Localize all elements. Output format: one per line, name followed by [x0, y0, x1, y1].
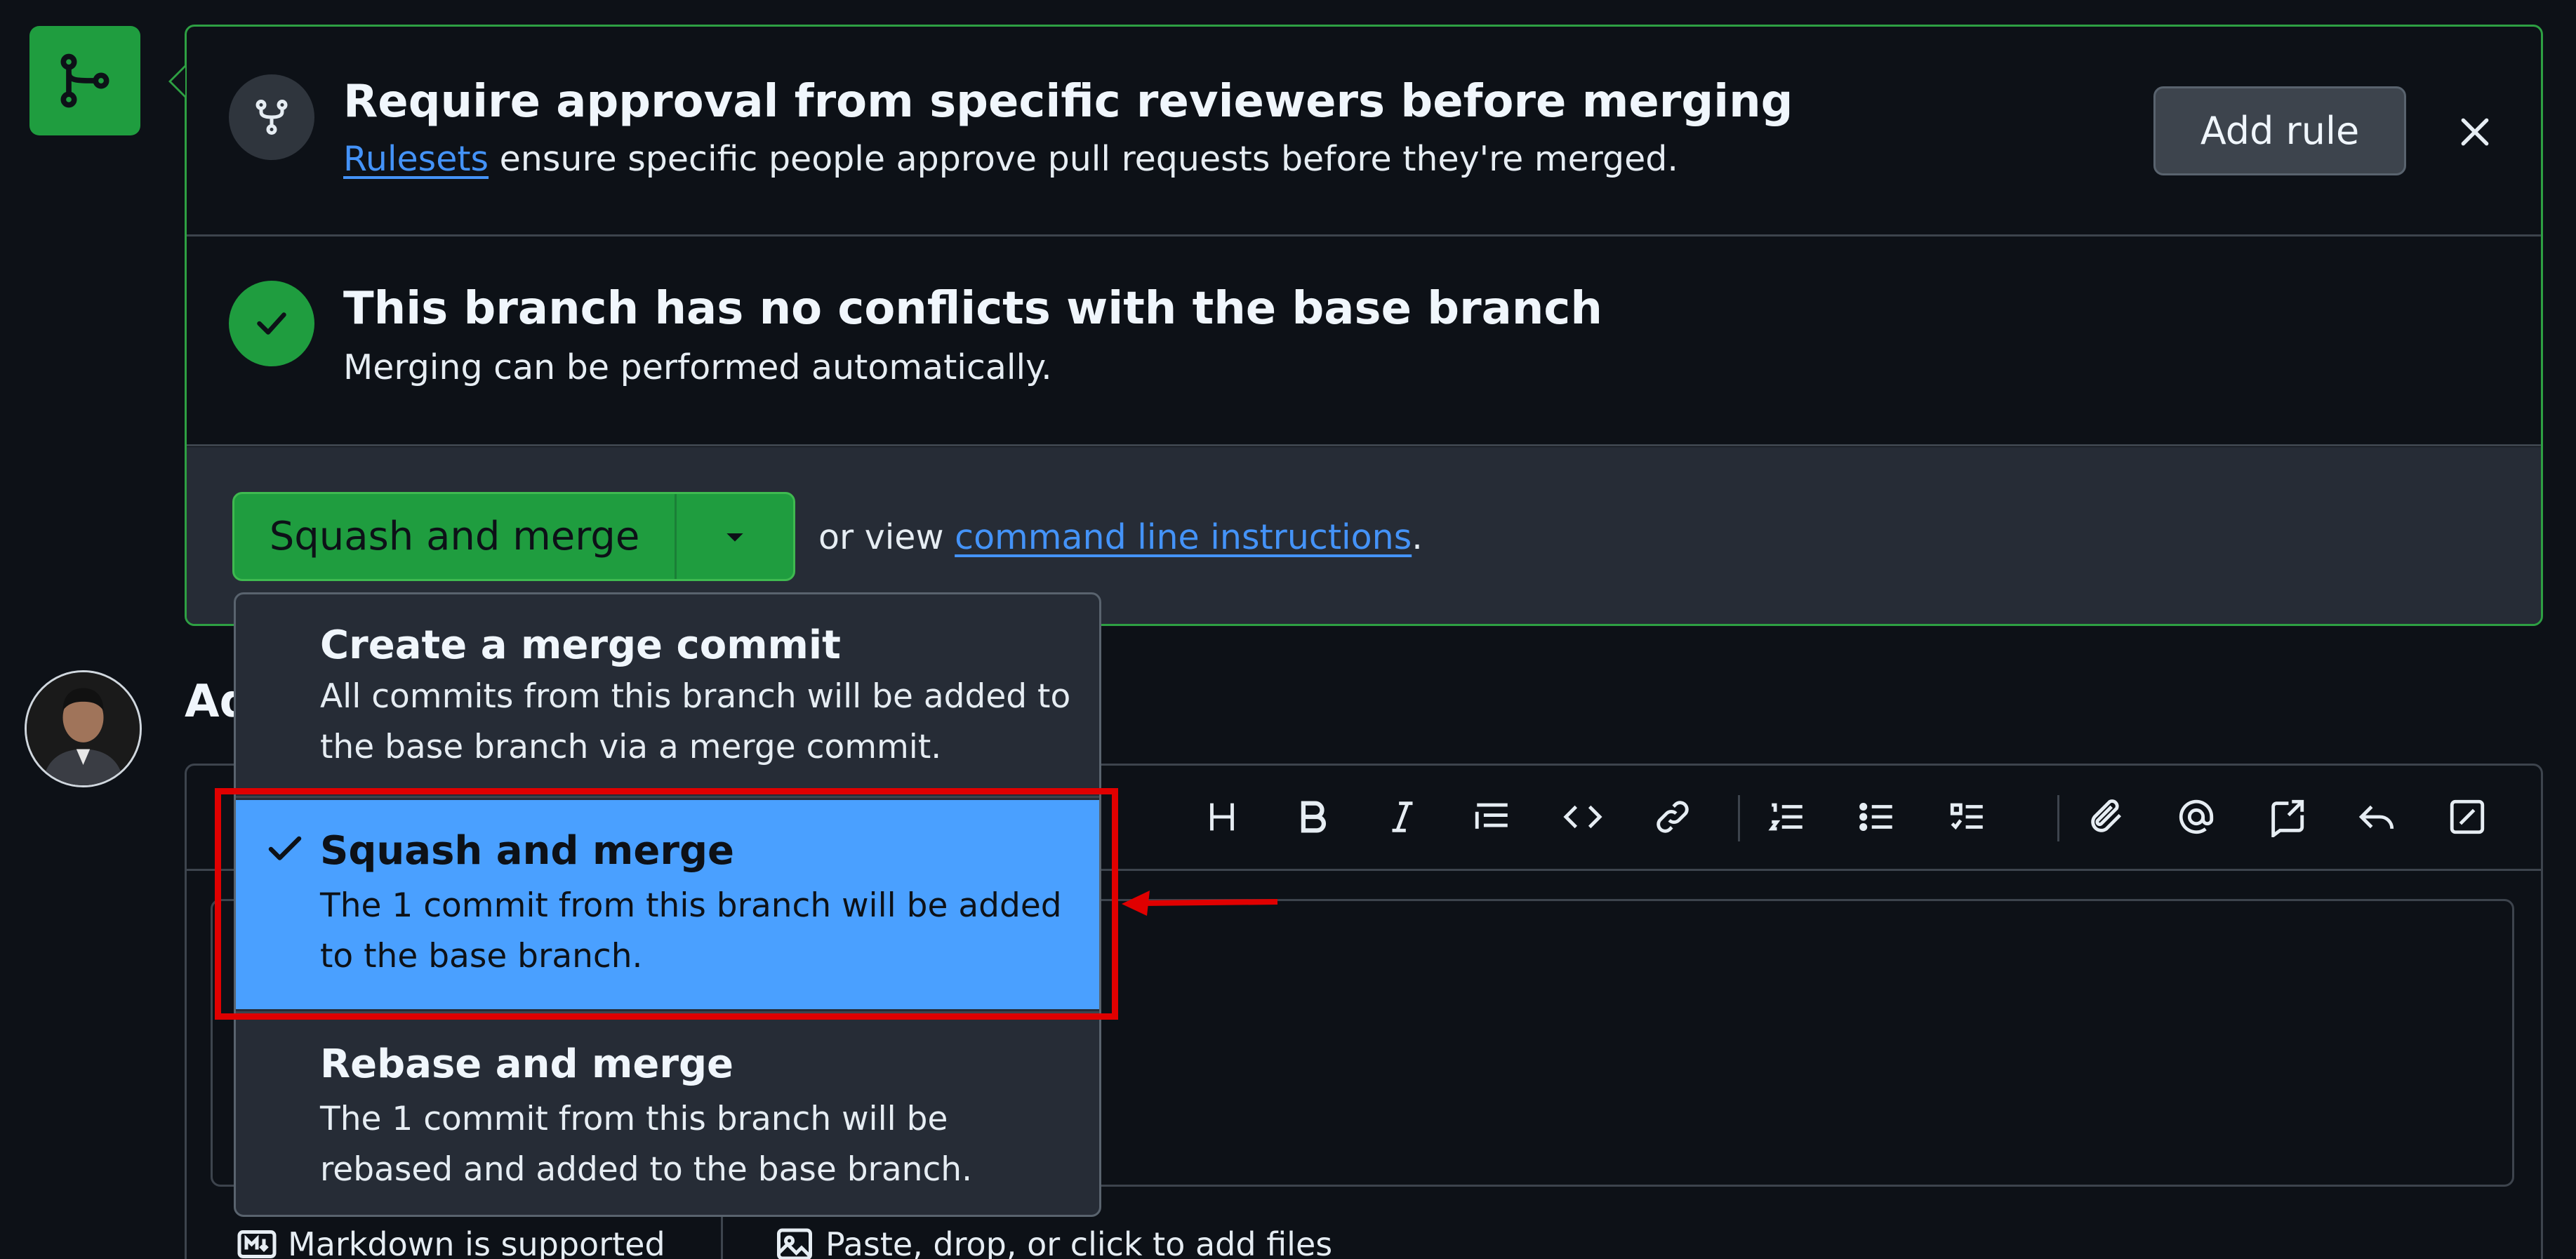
- reference-button[interactable]: [2262, 792, 2311, 841]
- annotation-arrow-icon: [1122, 891, 1278, 916]
- heading-icon: [1210, 803, 1234, 831]
- bold-icon: [1301, 801, 1327, 833]
- user-avatar-image: [27, 672, 140, 785]
- quote-icon: [1475, 803, 1508, 829]
- fullscreen-button[interactable]: [2443, 792, 2492, 841]
- markdown-hint[interactable]: Markdown is supported: [236, 1223, 665, 1259]
- menu-item-description: All commits from this branch will be add…: [320, 677, 1071, 766]
- menu-item-create-merge-commit[interactable]: Create a merge commit All commits from t…: [236, 594, 1099, 798]
- rulesets-title: Require approval from specific reviewers…: [343, 76, 1793, 128]
- italic-icon: [1392, 801, 1413, 832]
- file-attach-hint-text: Paste, drop, or click to add files: [825, 1225, 1333, 1259]
- rulesets-link[interactable]: Rulesets: [343, 139, 489, 179]
- avatar[interactable]: [25, 670, 142, 787]
- menu-item-title: Create a merge commit: [320, 622, 841, 668]
- quote-button[interactable]: [1468, 792, 1517, 841]
- markdown-hint-text: Markdown is supported: [288, 1225, 665, 1259]
- triangle-down-icon: [726, 533, 743, 542]
- conflicts-title: This branch has no conflicts with the ba…: [343, 283, 1602, 335]
- period: .: [1412, 517, 1423, 557]
- link-button[interactable]: [1648, 792, 1697, 841]
- toolbar-divider: [2057, 795, 2059, 841]
- ordered-list-icon: [1768, 803, 1802, 831]
- menu-item-title: Rebase and merge: [320, 1041, 734, 1087]
- code-icon: [1563, 805, 1602, 829]
- branch-icon-circle: [229, 74, 314, 160]
- or-view-text: or view: [818, 517, 955, 557]
- mention-button[interactable]: [2172, 792, 2221, 841]
- dismiss-button[interactable]: [2450, 107, 2499, 156]
- task-list-button[interactable]: [1943, 792, 1992, 841]
- menu-item-description: The 1 commit from this branch will be re…: [320, 1100, 973, 1189]
- attach-button[interactable]: [2082, 792, 2131, 841]
- merge-method-dropdown-button[interactable]: [677, 494, 793, 579]
- git-branch-icon: [60, 53, 109, 108]
- reply-icon: [2358, 805, 2394, 830]
- command-line-instructions-link[interactable]: command line instructions: [955, 517, 1412, 557]
- merge-box: Require approval from specific reviewers…: [185, 25, 2543, 626]
- image-icon: [777, 1228, 812, 1259]
- rulesets-description-text: ensure specific people approve pull requ…: [489, 139, 1678, 179]
- link-icon: [1657, 801, 1689, 833]
- conflicts-description: Merging can be performed automatically.: [343, 347, 1052, 387]
- git-merge-badge: [29, 26, 140, 135]
- menu-item-rebase-and-merge[interactable]: Rebase and merge The 1 commit from this …: [236, 1011, 1099, 1215]
- attach-icon: [2091, 799, 2122, 832]
- fullscreen-icon: [2450, 799, 2485, 834]
- unordered-list-button[interactable]: [1852, 792, 1901, 841]
- toolbar-divider: [1738, 795, 1740, 841]
- conflicts-status: This branch has no conflicts with the ba…: [187, 237, 2541, 446]
- close-icon: [2461, 118, 2489, 146]
- reply-button[interactable]: [2352, 792, 2401, 841]
- check-circle: [229, 281, 314, 366]
- markdown-icon: [237, 1230, 277, 1258]
- add-rule-button[interactable]: Add rule: [2153, 86, 2406, 175]
- code-button[interactable]: [1558, 792, 1607, 841]
- rulesets-notice: Require approval from specific reviewers…: [187, 27, 2541, 237]
- annotation-highlight-box: [215, 788, 1118, 1020]
- unordered-list-icon: [1859, 802, 1892, 832]
- rulesets-description: Rulesets ensure specific people approve …: [343, 139, 1678, 179]
- check-icon: [257, 312, 286, 335]
- bold-button[interactable]: [1287, 792, 1336, 841]
- command-line-hint: or view command line instructions.: [818, 517, 1423, 557]
- merge-box-pointer-fill: [171, 67, 185, 95]
- merge-split-button: Squash and merge: [232, 492, 795, 581]
- reference-icon: [2271, 799, 2304, 837]
- git-fork-icon: [255, 100, 288, 135]
- task-list-icon: [1950, 803, 1983, 830]
- squash-and-merge-button[interactable]: Squash and merge: [234, 494, 677, 579]
- file-attach-hint[interactable]: Paste, drop, or click to add files: [774, 1223, 1332, 1259]
- ordered-list-button[interactable]: [1762, 792, 1812, 841]
- italic-button[interactable]: [1378, 792, 1427, 841]
- mention-icon: [2179, 799, 2214, 834]
- heading-button[interactable]: [1197, 792, 1247, 841]
